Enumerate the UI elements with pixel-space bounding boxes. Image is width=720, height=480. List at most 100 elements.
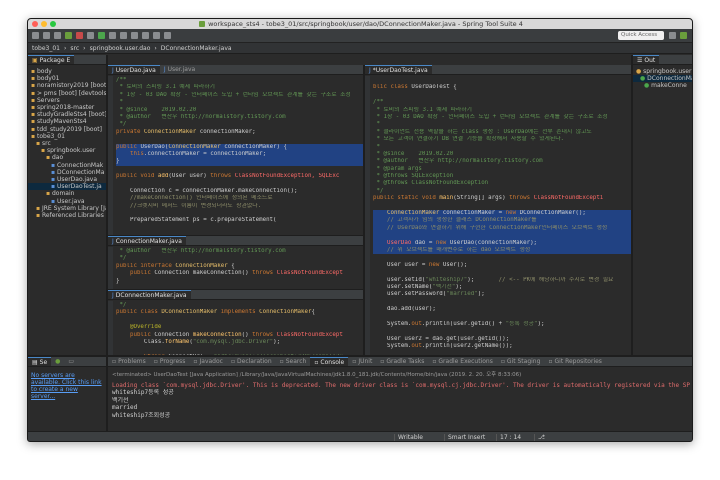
tree-item[interactable]: ▪ springbook.user (28, 147, 106, 154)
git-icon[interactable]: ⎇ (534, 434, 548, 441)
code-line[interactable] (373, 203, 631, 210)
code-line[interactable]: /** (116, 77, 363, 84)
code-line[interactable]: blic class UserDaoTest { (373, 84, 631, 91)
code-line[interactable] (373, 314, 631, 321)
code-line[interactable] (116, 136, 363, 143)
tree-item[interactable]: ▪ User.java (28, 198, 106, 205)
code-line[interactable]: * @since 2019.02.20 (116, 107, 363, 114)
tree-item[interactable]: ▪ body (28, 68, 106, 75)
save-icon[interactable] (43, 32, 50, 39)
debug-icon[interactable] (87, 32, 94, 39)
code-line[interactable] (373, 77, 631, 84)
code-line[interactable]: * 클라이언트 전용 역할을 하는 class 생성 : UserDao에는 전… (373, 129, 631, 136)
tree-item[interactable]: ▪ Referenced Libraries (28, 212, 106, 219)
code-line[interactable]: System.out.println(user.getId() + "등록 성공… (373, 321, 631, 328)
code-line[interactable]: * @throws SQLException (373, 173, 631, 180)
connectionmaker-code[interactable]: * @author 변찬우 http://normalstory.tistory… (108, 247, 363, 285)
code-line[interactable] (373, 328, 631, 335)
tab-progress[interactable]: ▫ Progress (150, 357, 190, 366)
code-line[interactable]: * @author 변찬우 http://normalstory.tistory… (116, 114, 363, 121)
breadcrumb-src[interactable]: src (70, 45, 79, 52)
zoom-window-button[interactable] (50, 21, 56, 27)
code-line[interactable]: public Connection makeConnection() throw… (116, 270, 363, 277)
breadcrumb-file[interactable]: DConnectionMaker.java (161, 45, 232, 52)
code-line[interactable]: // UserDao와 연결하기 위해 구현한 ConnectionMaker인… (373, 224, 631, 233)
console-output[interactable]: Loading class `com.mysql.jdbc.Driver'. T… (108, 380, 692, 421)
tree-item[interactable]: ▪ UserDaoTest.ja (28, 183, 106, 191)
tree-item[interactable]: ▪ tobe3_01 (28, 133, 106, 140)
code-line[interactable]: public static void main(String[] args) t… (373, 195, 631, 202)
minimize-window-button[interactable] (41, 21, 47, 27)
quick-access-input[interactable]: Quick Access (618, 31, 664, 40)
tab-gradle-executions[interactable]: ▫ Gradle Executions (428, 357, 497, 366)
tree-item[interactable]: ▪ studyGradleSts4 [boot] (28, 111, 106, 118)
code-line[interactable]: * (116, 99, 363, 106)
tree-item[interactable]: ▪ body01 (28, 75, 106, 82)
code-line[interactable]: Class.forName("com.mysql.jdbc.Driver"); (116, 339, 363, 346)
tree-item[interactable]: ▪ src (28, 140, 106, 147)
tree-item[interactable]: ▪ JRE System Library [Java (28, 205, 106, 212)
code-line[interactable]: User user = new User(); (373, 262, 631, 269)
code-line[interactable]: * 모든 고객이 연결하기 DB 연결 기능을 확장해서 사용할 수 있게된다. (373, 136, 631, 143)
spring-perspective-icon[interactable] (680, 32, 687, 39)
tab-declaration[interactable]: ▫ Declaration (227, 357, 276, 366)
stop-icon[interactable] (76, 32, 83, 39)
code-line[interactable] (373, 299, 631, 306)
code-line[interactable] (373, 232, 631, 240)
new-file-icon[interactable] (32, 32, 39, 39)
userdao-code[interactable]: /** * 토비의 스피링 3.1 예제 따라하기 * 1장 - 03 DAO … (108, 76, 363, 225)
code-line[interactable] (373, 269, 631, 276)
code-line[interactable]: ConnectionMaker connectionMaker = new DC… (373, 210, 631, 218)
code-line[interactable]: */ (116, 302, 363, 309)
tab-problems[interactable]: ▫ Problems (108, 357, 150, 366)
tree-item[interactable]: ▪ Servers (28, 97, 106, 104)
code-line[interactable]: PreparedStatement ps = c.prepareStatemen… (116, 217, 363, 224)
outline-item[interactable]: ● makeConne (633, 82, 692, 89)
tab-userdao[interactable]: J UserDao.java (108, 65, 160, 74)
code-line[interactable]: user.setPassword("married"); (373, 291, 631, 298)
dconnectionmaker-code[interactable]: */public class DConnectionMaker implemen… (108, 301, 363, 355)
tab-outline[interactable]: ☰ Out (633, 55, 660, 64)
dconnectionmaker-editor[interactable]: */public class DConnectionMaker implemen… (108, 301, 363, 355)
code-line[interactable]: * @throws ClassNotFoundException (373, 180, 631, 187)
tree-item[interactable]: ▪ spring2018-master (28, 104, 106, 111)
code-line[interactable]: * @author 변찬우 http://normalstory.tistory… (373, 158, 631, 165)
spring-icon[interactable] (65, 32, 72, 39)
code-line[interactable]: user.setId("whiteship7"); // <-- PK에 해당하… (373, 277, 631, 284)
userdaotest-editor[interactable]: blic class UserDaoTest {/** * 토비의 스피링 3.… (365, 76, 631, 355)
code-line[interactable]: public UserDao(ConnectionMaker connectio… (116, 143, 363, 151)
code-line[interactable]: * (373, 121, 631, 128)
code-line[interactable]: this.connectionMaker = connectionMaker; (116, 150, 363, 159)
new-java-class-icon[interactable] (120, 32, 127, 39)
tree-item[interactable]: ▪ noramistory2019 [boot] (28, 82, 106, 89)
tab-junit[interactable]: ▫ JUnit (348, 357, 376, 366)
code-line[interactable]: * (373, 144, 631, 151)
code-line[interactable]: */ (116, 121, 363, 128)
tab-gradle-tasks[interactable]: ▫ Gradle Tasks (376, 357, 428, 366)
tab-git-staging[interactable]: ▫ Git Staging (497, 357, 545, 366)
breadcrumb-package[interactable]: springbook.user.dao (90, 45, 151, 52)
tab-console[interactable]: ▫ Console (310, 357, 349, 366)
code-line[interactable]: */ (373, 188, 631, 195)
close-window-button[interactable] (32, 21, 38, 27)
open-type-icon[interactable] (131, 32, 138, 39)
code-line[interactable]: * 1장 - 03 DAO 확장 - 인터페이스 도입 + 런타임 오브젝트 관… (116, 92, 363, 99)
code-line[interactable]: // 위 오브젝트를 매개변수로 하는 dao 오브젝트 생성 (373, 246, 631, 255)
code-line[interactable]: * @author 변찬우 http://normalstory.tistory… (116, 248, 363, 255)
code-line[interactable]: private ConnectionMaker connectionMaker; (116, 129, 363, 136)
code-line[interactable]: * @since 2019.02.20 (373, 151, 631, 158)
code-line[interactable] (116, 180, 363, 187)
code-line[interactable]: // 고객사가 임의 생성한 클래스 DConnectionMaker를 (373, 217, 631, 225)
tree-item[interactable]: ▪ ConnectionMak (28, 162, 106, 169)
code-line[interactable]: user.setName("백기선"); (373, 284, 631, 291)
code-line[interactable]: } (116, 278, 363, 285)
external-tools-icon[interactable] (109, 32, 116, 39)
code-line[interactable] (116, 346, 363, 353)
code-line[interactable]: dao.add(user); (373, 306, 631, 313)
tree-item[interactable]: ▪ UserDao.java (28, 176, 106, 183)
code-line[interactable] (373, 254, 631, 261)
perspective-icon[interactable] (669, 32, 676, 39)
outline-item[interactable]: ● springbook.user (633, 68, 692, 75)
code-line[interactable]: } (116, 158, 363, 166)
code-line[interactable]: * 토비의 스피링 3.1 예제 따라하기 (116, 84, 363, 91)
